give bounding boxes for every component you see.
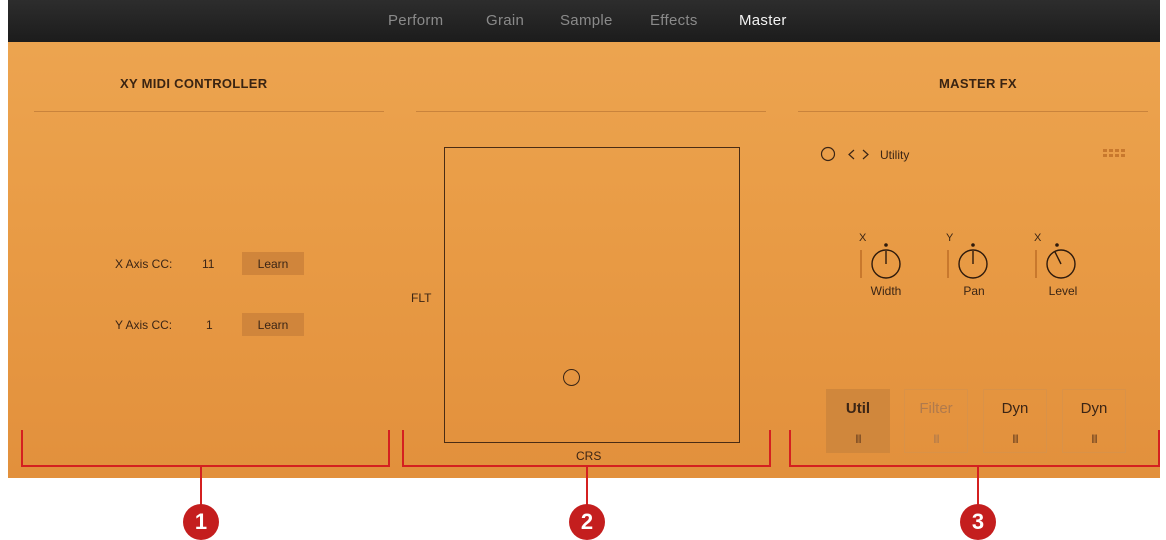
bracket-3 [789, 430, 1160, 467]
bracket-2 [402, 430, 771, 467]
bracket-1 [21, 430, 390, 467]
callout-brackets [21, 430, 1160, 505]
